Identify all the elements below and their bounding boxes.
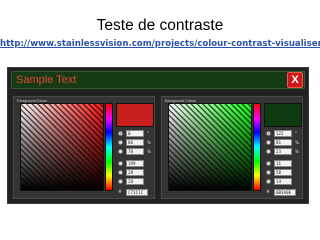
colour-contrast-visualiser: Sample Text X Foreground Colour 0 ° 86 %… [7, 67, 309, 204]
degree-unit: ° [147, 131, 150, 136]
hue-field[interactable]: 0 [126, 130, 144, 137]
brightness-radio[interactable] [118, 149, 123, 154]
saturation-radio[interactable] [266, 140, 271, 145]
green-radio[interactable] [118, 170, 123, 175]
saturation-radio[interactable] [118, 140, 123, 145]
project-link[interactable]: http://www.stainlessvision.com/projects/… [0, 39, 320, 50]
degree-unit: ° [295, 131, 298, 136]
blue-radio[interactable] [266, 179, 271, 184]
blue-field[interactable]: 28 [126, 178, 144, 185]
hex-row: # C71C1C [118, 189, 148, 196]
colour-swatch [116, 103, 154, 127]
hash-label: # [266, 190, 270, 195]
slide-title: Teste de contraste [96, 17, 224, 34]
green-radio[interactable] [266, 170, 271, 175]
brightness-field[interactable]: 23 [274, 148, 292, 155]
sample-text-bar: Sample Text [11, 71, 305, 89]
green-field[interactable]: 28 [126, 169, 144, 176]
hue-slider[interactable] [253, 103, 261, 191]
hex-row: # 0B3A0E [266, 189, 296, 196]
percent-unit: % [147, 149, 151, 154]
red-radio[interactable] [266, 161, 271, 166]
brightness-radio[interactable] [266, 149, 271, 154]
saturation-field[interactable]: 81 [274, 139, 292, 146]
saturation-value-picker[interactable] [20, 103, 104, 191]
hue-field[interactable]: 122 [274, 130, 292, 137]
close-button[interactable]: X [287, 72, 303, 88]
blue-radio[interactable] [118, 179, 123, 184]
hash-label: # [118, 190, 122, 195]
red-field[interactable]: 199 [126, 160, 144, 167]
background-colour-panel: Background Colour 122 ° 81 % 23 % 11 58 [161, 96, 303, 199]
saturation-value-picker[interactable] [168, 103, 252, 191]
red-field[interactable]: 11 [274, 160, 292, 167]
saturation-field[interactable]: 86 [126, 139, 144, 146]
hex-field[interactable]: 0B3A0E [274, 189, 296, 196]
sample-text: Sample Text [16, 74, 77, 86]
percent-unit: % [147, 140, 151, 145]
percent-unit: % [295, 140, 299, 145]
hue-radio[interactable] [266, 131, 271, 136]
blue-field[interactable]: 14 [274, 178, 292, 185]
foreground-colour-panel: Foreground Colour 0 ° 86 % 78 % 199 28 2… [13, 96, 155, 199]
percent-unit: % [295, 149, 299, 154]
hue-slider[interactable] [105, 103, 113, 191]
green-field[interactable]: 58 [274, 169, 292, 176]
colour-swatch [264, 103, 302, 127]
red-radio[interactable] [118, 161, 123, 166]
brightness-field[interactable]: 78 [126, 148, 144, 155]
hue-radio[interactable] [118, 131, 123, 136]
hex-field[interactable]: C71C1C [126, 189, 148, 196]
